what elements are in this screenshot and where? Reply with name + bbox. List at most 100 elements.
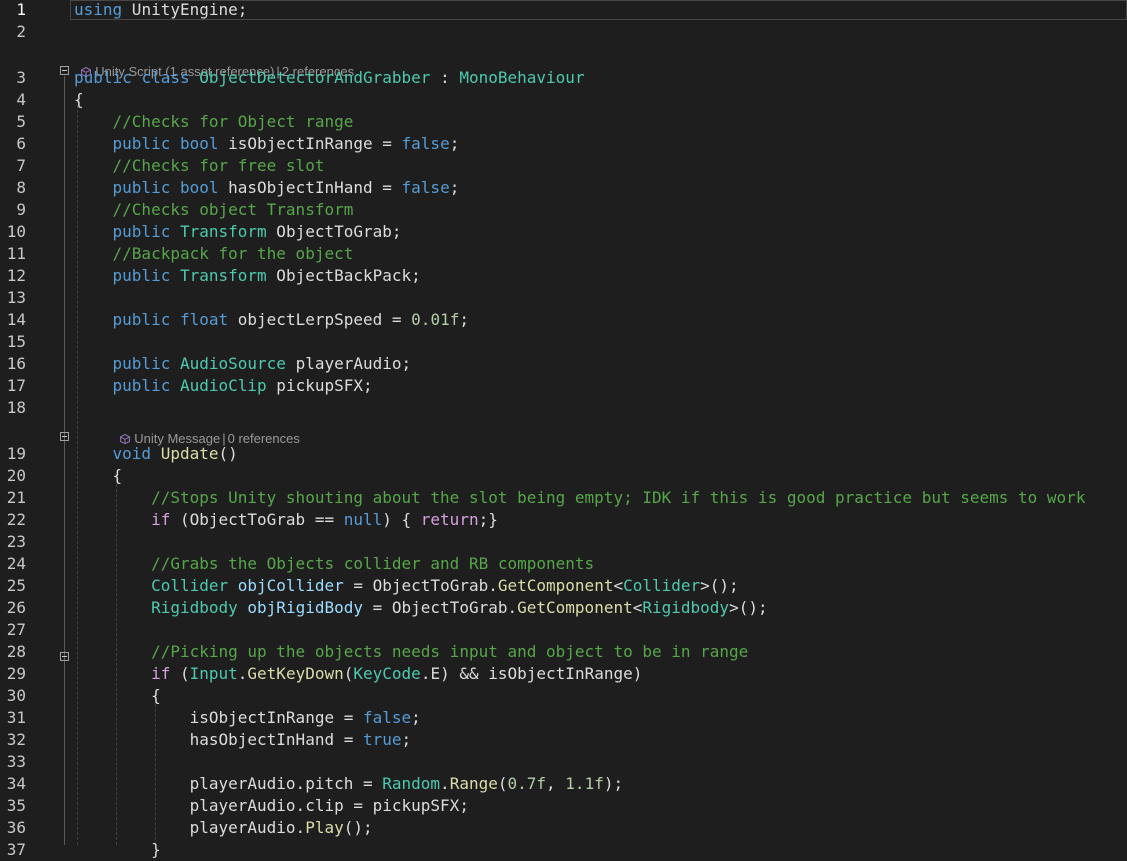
code-line[interactable]: } — [74, 839, 161, 861]
code-token: { — [74, 90, 84, 109]
code-token: playerAudio.pitch = — [74, 774, 383, 793]
code-line[interactable]: void Update() — [74, 443, 238, 465]
fold-toggle-if[interactable] — [60, 652, 69, 661]
code-line[interactable]: //Checks object Transform — [74, 199, 354, 221]
code-token: 1.1f — [565, 774, 604, 793]
code-line[interactable]: Rigidbody objRigidBody = ObjectToGrab.Ge… — [74, 597, 768, 619]
code-token: ObjectDetectorAndGrabber — [199, 68, 431, 87]
code-token: ; — [459, 310, 469, 329]
code-line[interactable]: { — [74, 465, 123, 487]
code-token: return — [420, 510, 479, 529]
codelens-class[interactable]: Unity Script (1 asset reference) | 2 refer… — [74, 42, 354, 79]
code-token: ( — [497, 774, 508, 793]
code-token: pickupSFX; — [266, 376, 373, 395]
code-line[interactable]: isObjectInRange = false; — [74, 707, 421, 729]
code-token: . — [440, 774, 450, 793]
code-token: isObjectInRange = — [218, 134, 402, 153]
code-token: Transform — [179, 266, 267, 285]
line-number: 7 — [16, 156, 26, 175]
line-number: 20 — [6, 466, 26, 485]
line-number: 23 — [6, 532, 26, 551]
code-line[interactable]: playerAudio.Play(); — [74, 817, 373, 839]
fold-toggle-class[interactable] — [60, 66, 69, 75]
code-line[interactable]: { — [74, 89, 84, 111]
code-line[interactable]: playerAudio.clip = pickupSFX; — [74, 795, 469, 817]
code-line[interactable]: if (ObjectToGrab == null) { return;} — [74, 509, 498, 531]
code-line[interactable]: Collider objCollider = ObjectToGrab.GetC… — [74, 575, 739, 597]
code-token: (ObjectToGrab == — [170, 510, 344, 529]
code-token: < — [632, 598, 643, 617]
code-line[interactable]: public Transform ObjectBackPack; — [74, 265, 421, 287]
code-token: (); — [343, 818, 373, 837]
code-line[interactable]: //Stops Unity shouting about the slot be… — [74, 487, 1085, 509]
code-line[interactable]: hasObjectInHand = true; — [74, 729, 412, 751]
code-token: playerAudio.clip = pickupSFX; — [74, 796, 469, 815]
code-line[interactable]: public float objectLerpSpeed = 0.01f; — [74, 309, 469, 331]
code-token: Range — [449, 774, 498, 793]
code-line[interactable]: //Backpack for the object — [74, 243, 354, 265]
code-line[interactable]: public bool hasObjectInHand = false; — [74, 177, 460, 199]
line-number: 16 — [6, 354, 26, 373]
code-line[interactable]: //Checks for free slot — [74, 155, 325, 177]
code-token: AudioSource — [179, 354, 286, 373]
code-token: 0.01f — [411, 310, 460, 329]
code-line[interactable]: using UnityEngine; — [74, 0, 247, 21]
code-token: ; — [401, 730, 412, 749]
code-token: isObjectInRange = — [74, 708, 363, 727]
code-line[interactable]: public class ObjectDetectorAndGrabber : … — [74, 67, 585, 89]
code-token: bool — [179, 178, 219, 197]
code-line[interactable]: public AudioSource playerAudio; — [74, 353, 412, 375]
code-line[interactable]: playerAudio.pitch = Random.Range(0.7f, 1… — [74, 773, 624, 795]
code-token: hasObjectInHand = — [74, 730, 363, 749]
code-token: public — [112, 222, 171, 241]
code-token: //Checks for free slot — [112, 156, 325, 175]
code-line[interactable]: if (Input.GetKeyDown(KeyCode.E) && isObj… — [74, 663, 642, 685]
code-token: hasObjectInHand = — [218, 178, 402, 197]
code-token: . — [237, 664, 248, 683]
code-line[interactable]: public bool isObjectInRange = false; — [74, 133, 460, 155]
code-token: : — [430, 68, 460, 87]
code-token: () — [218, 444, 238, 463]
code-token: = ObjectToGrab. — [343, 576, 498, 595]
code-token: objRigidBody — [247, 598, 363, 617]
code-line[interactable]: public AudioClip pickupSFX; — [74, 375, 373, 397]
code-token: ); — [603, 774, 624, 793]
line-number: 36 — [6, 818, 26, 837]
code-line[interactable]: { — [74, 685, 161, 707]
code-token: public — [112, 266, 171, 285]
line-number: 12 — [6, 266, 26, 285]
code-line[interactable]: //Picking up the objects needs input and… — [74, 641, 748, 663]
code-token: public — [74, 68, 132, 87]
code-token: ( — [343, 664, 354, 683]
code-token: ; — [411, 708, 421, 727]
code-line[interactable]: //Grabs the Objects collider and RB comp… — [74, 553, 594, 575]
code-token: ; — [449, 178, 460, 197]
code-token: false — [362, 708, 412, 727]
fold-toggle-update[interactable] — [60, 432, 69, 441]
codelens-method-refs[interactable]: 0 references — [228, 431, 300, 446]
line-number: 35 — [6, 796, 26, 815]
codelens-method[interactable]: Unity Message | 0 references — [113, 409, 300, 446]
fold-region-class — [64, 76, 65, 845]
line-number: 34 — [6, 774, 26, 793]
code-token: Collider — [151, 576, 229, 595]
code-token: public — [112, 354, 171, 373]
code-token: void — [112, 444, 152, 463]
line-number: 27 — [6, 620, 26, 639]
code-line[interactable]: public Transform ObjectToGrab; — [74, 221, 402, 243]
code-line[interactable]: //Checks for Object range — [74, 111, 354, 133]
